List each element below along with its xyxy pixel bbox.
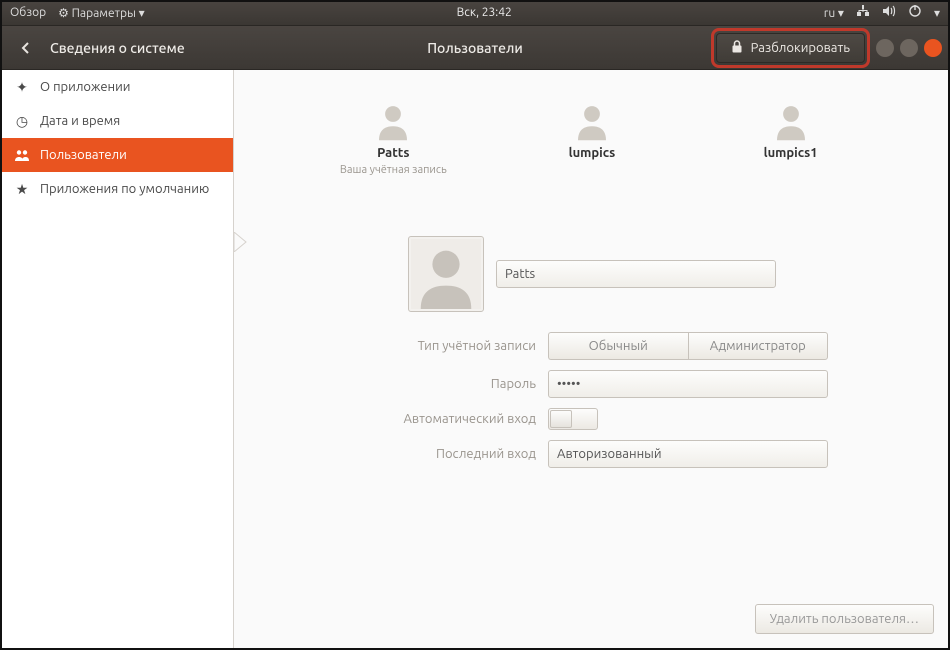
power-icon[interactable]	[908, 4, 922, 21]
star-icon: ★	[14, 181, 30, 198]
sidebar-item-users[interactable]: Пользователи	[0, 138, 233, 172]
avatar-icon	[571, 100, 613, 142]
content-pane: Patts Ваша учётная запись lumpics lumpic…	[234, 70, 950, 650]
sidebar-pointer	[234, 232, 248, 252]
lastlogin-field[interactable]: Авторизованный	[548, 440, 828, 468]
back-button[interactable]	[8, 33, 44, 63]
users-icon	[14, 149, 30, 161]
sidebar: ✦ О приложении ◷ Дата и время Пользовате…	[0, 70, 234, 650]
gear-icon: ⚙	[58, 7, 69, 20]
sidebar-item-label: Дата и время	[40, 114, 120, 128]
user-name: lumpics1	[764, 146, 818, 160]
header-title: Пользователи	[427, 40, 523, 56]
user-subtitle: Ваша учётная запись	[340, 164, 447, 176]
activities-label[interactable]: Обзор	[10, 6, 46, 19]
account-type-toggle[interactable]: Обычный Администратор	[548, 332, 828, 360]
user-card[interactable]: Patts Ваша учётная запись	[333, 100, 453, 176]
clock-icon: ◷	[14, 113, 30, 130]
autologin-toggle[interactable]	[548, 408, 598, 430]
avatar-icon	[411, 239, 481, 309]
autologin-label: Автоматический вход	[356, 412, 536, 426]
unlock-label: Разблокировать	[751, 41, 850, 55]
volume-icon[interactable]	[882, 5, 896, 20]
app-menu-label: Параметры	[72, 7, 136, 20]
window-minimize-button[interactable]	[876, 39, 894, 57]
sidebar-item-label: О приложении	[40, 80, 130, 94]
password-label: Пароль	[356, 377, 536, 391]
user-name: lumpics	[569, 146, 616, 160]
user-card[interactable]: lumpics	[532, 100, 652, 176]
avatar-icon	[372, 100, 414, 142]
sidebar-item-default-apps[interactable]: ★ Приложения по умолчанию	[0, 172, 233, 206]
chevron-down-icon: ▾	[934, 6, 940, 20]
window-header: Сведения о системе Пользователи Разблоки…	[0, 26, 950, 70]
account-type-admin[interactable]: Администратор	[688, 332, 829, 360]
avatar-picker[interactable]	[408, 236, 484, 312]
keyboard-layout[interactable]: ru ▾	[824, 6, 844, 20]
account-type-standard[interactable]: Обычный	[548, 332, 688, 360]
avatar-icon	[770, 100, 812, 142]
lock-icon	[731, 40, 743, 56]
account-type-label: Тип учётной записи	[356, 339, 536, 353]
gnome-top-bar: Обзор ⚙ Параметры ▾ Вск, 23:42 ru ▾ ▾	[0, 0, 950, 26]
sidebar-item-label: Пользователи	[40, 148, 127, 162]
clock[interactable]: Вск, 23:42	[145, 6, 824, 19]
username-input[interactable]	[496, 260, 776, 288]
password-field[interactable]: •••••	[548, 370, 828, 398]
lastlogin-label: Последний вход	[356, 447, 536, 461]
header-back-title: Сведения о системе	[50, 40, 185, 56]
sidebar-item-datetime[interactable]: ◷ Дата и время	[0, 104, 233, 138]
delete-user-button[interactable]: Удалить пользователя…	[755, 604, 934, 634]
window-maximize-button[interactable]	[900, 39, 918, 57]
app-menu[interactable]: ⚙ Параметры ▾	[58, 6, 145, 20]
annotation-highlight: Разблокировать	[711, 28, 870, 68]
user-card[interactable]: lumpics1	[731, 100, 851, 176]
unlock-button[interactable]: Разблокировать	[716, 33, 865, 63]
user-detail-panel: Тип учётной записи Обычный Администратор…	[234, 236, 950, 468]
window-close-button[interactable]	[924, 39, 942, 57]
users-list: Patts Ваша учётная запись lumpics lumpic…	[234, 70, 950, 196]
sidebar-item-about[interactable]: ✦ О приложении	[0, 70, 233, 104]
user-name: Patts	[377, 146, 409, 160]
star-outline-icon: ✦	[14, 79, 30, 96]
sidebar-item-label: Приложения по умолчанию	[40, 182, 209, 196]
network-icon[interactable]	[856, 5, 870, 20]
